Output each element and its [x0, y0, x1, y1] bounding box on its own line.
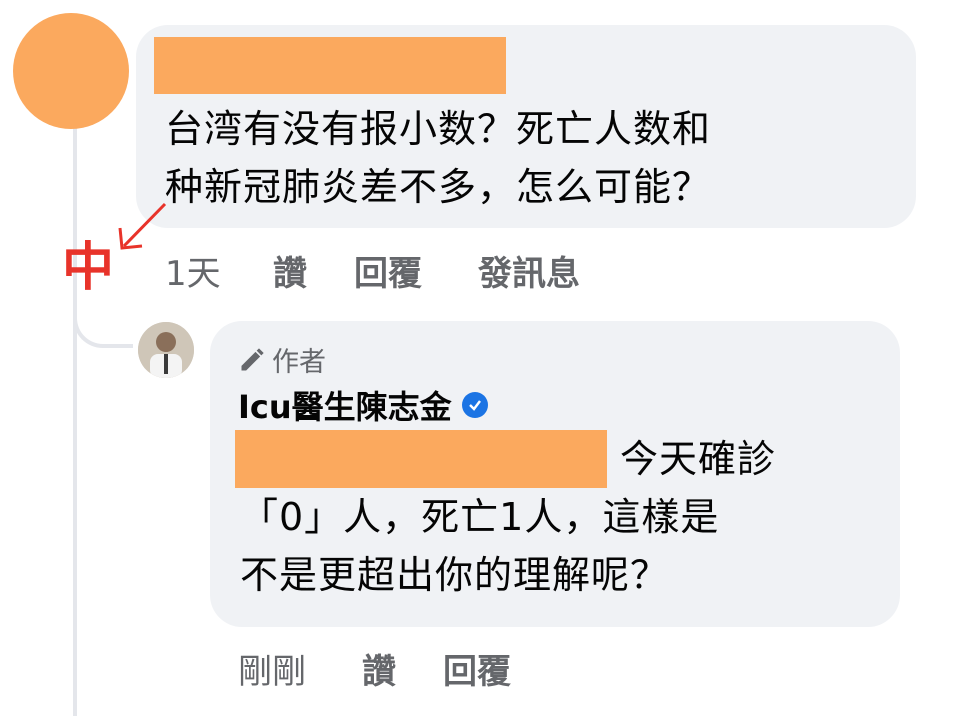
- comment-reply-button[interactable]: 回覆: [354, 246, 422, 295]
- comment-like-button[interactable]: 讚: [273, 246, 307, 295]
- reply-text-line-3: 不是更超出你的理解呢？: [240, 553, 670, 597]
- comment-text-line-1: 台湾有没有报小数？死亡人数和: [165, 107, 712, 151]
- commenter-avatar[interactable]: [13, 13, 129, 129]
- reply-like-button[interactable]: 讚: [362, 644, 396, 693]
- reply-author-avatar[interactable]: [138, 322, 194, 378]
- reply-author-name-row: Icu醫生陳志金: [238, 382, 488, 428]
- comment-text: 台湾有没有报小数？死亡人数和 种新冠肺炎差不多，怎么可能？: [165, 100, 711, 216]
- reply-text-line-1-tail: 今天確診: [620, 437, 777, 481]
- redacted-commenter-name: [154, 37, 506, 94]
- comment-message-button[interactable]: 發訊息: [478, 246, 580, 295]
- reply-author-name[interactable]: Icu醫生陳志金: [238, 382, 452, 428]
- reply-text-line-2: 「0」人，死亡1人，這樣是: [240, 495, 720, 539]
- comment-timestamp[interactable]: 1天: [165, 246, 221, 295]
- comment-text-line-2: 种新冠肺炎差不多，怎么可能？: [165, 165, 712, 209]
- reply-text: 「0」人，死亡1人，這樣是 不是更超出你的理解呢？: [240, 488, 719, 604]
- thread-line: [73, 120, 77, 716]
- reply-connector: [73, 300, 133, 348]
- verified-badge-icon: [461, 392, 488, 418]
- author-photo-icon: [138, 322, 194, 378]
- reply-reply-button[interactable]: 回覆: [443, 644, 511, 693]
- author-badge-label: 作者: [272, 347, 326, 378]
- annotation-label: 中: [62, 238, 115, 298]
- pencil-icon: [241, 347, 264, 370]
- redacted-mention: [235, 430, 607, 488]
- checkmark-icon: [468, 400, 481, 411]
- author-badge: 作者: [238, 340, 326, 379]
- reply-timestamp[interactable]: 剛剛: [238, 644, 306, 693]
